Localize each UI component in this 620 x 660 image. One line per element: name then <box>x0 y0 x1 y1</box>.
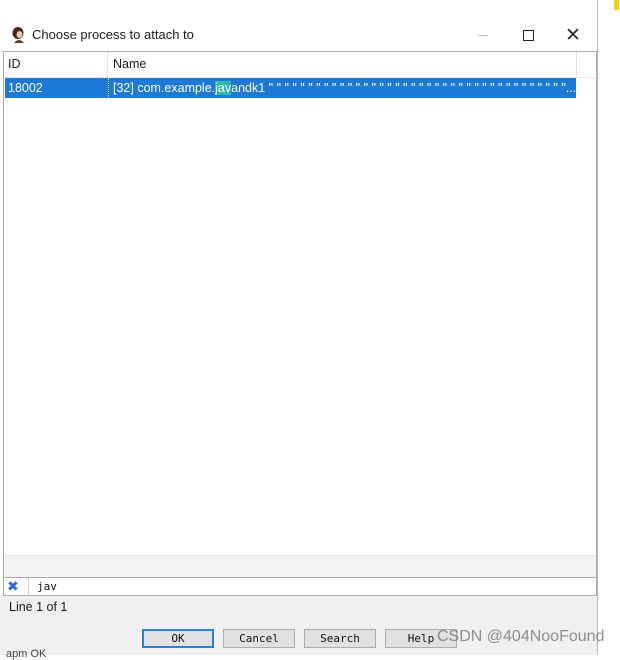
clear-search-icon[interactable]: ✖ <box>7 578 21 595</box>
close-button[interactable]: ✕ <box>551 20 595 50</box>
cell-divider <box>108 78 110 98</box>
window-title: Choose process to attach to <box>32 27 194 42</box>
minimize-button[interactable] <box>461 20 505 50</box>
search-bar: ✖ <box>3 577 597 596</box>
title-bar[interactable]: Choose process to attach to ✕ <box>0 0 597 50</box>
close-icon: ✕ <box>565 24 581 46</box>
cancel-button[interactable]: Cancel <box>223 629 295 648</box>
process-name-prefix: [32] com.example. <box>113 81 216 95</box>
column-header-name[interactable]: Name <box>109 52 577 77</box>
column-header-id[interactable]: ID <box>4 52 108 77</box>
maximize-button[interactable] <box>506 20 550 50</box>
search-match-highlight: jav <box>215 81 232 95</box>
csdn-watermark: CSDN @404NooFound <box>437 628 605 645</box>
app-icon <box>12 27 24 43</box>
process-name-cell: [32] com.example.javandk1 " " " " " " " … <box>113 78 575 98</box>
ok-button[interactable]: OK <box>142 629 214 648</box>
process-id-cell: 18002 <box>8 81 43 95</box>
attach-process-dialog: Choose process to attach to ✕ ID Name 18… <box>0 0 598 655</box>
search-button[interactable]: Search <box>304 629 376 648</box>
desktop-yellow-mark <box>614 0 619 10</box>
process-table: ID Name 18002 [32] com.example.javandk1 … <box>3 51 597 578</box>
table-header: ID Name <box>4 52 596 78</box>
minimize-icon <box>478 34 488 36</box>
line-count-status: Line 1 of 1 <box>9 600 68 614</box>
table-row[interactable]: 18002 [32] com.example.javandk1 " " " " … <box>5 78 576 98</box>
status-area: Line 1 of 1 OK Cancel Search Help <box>0 596 597 655</box>
maximize-icon <box>522 29 534 41</box>
background-window-text: apm OK <box>6 648 47 660</box>
search-input[interactable] <box>28 578 594 595</box>
horizontal-scrollbar[interactable] <box>4 555 596 578</box>
process-name-suffix: andk1 " " " " " " " " " " " " " " " " " … <box>231 81 575 95</box>
